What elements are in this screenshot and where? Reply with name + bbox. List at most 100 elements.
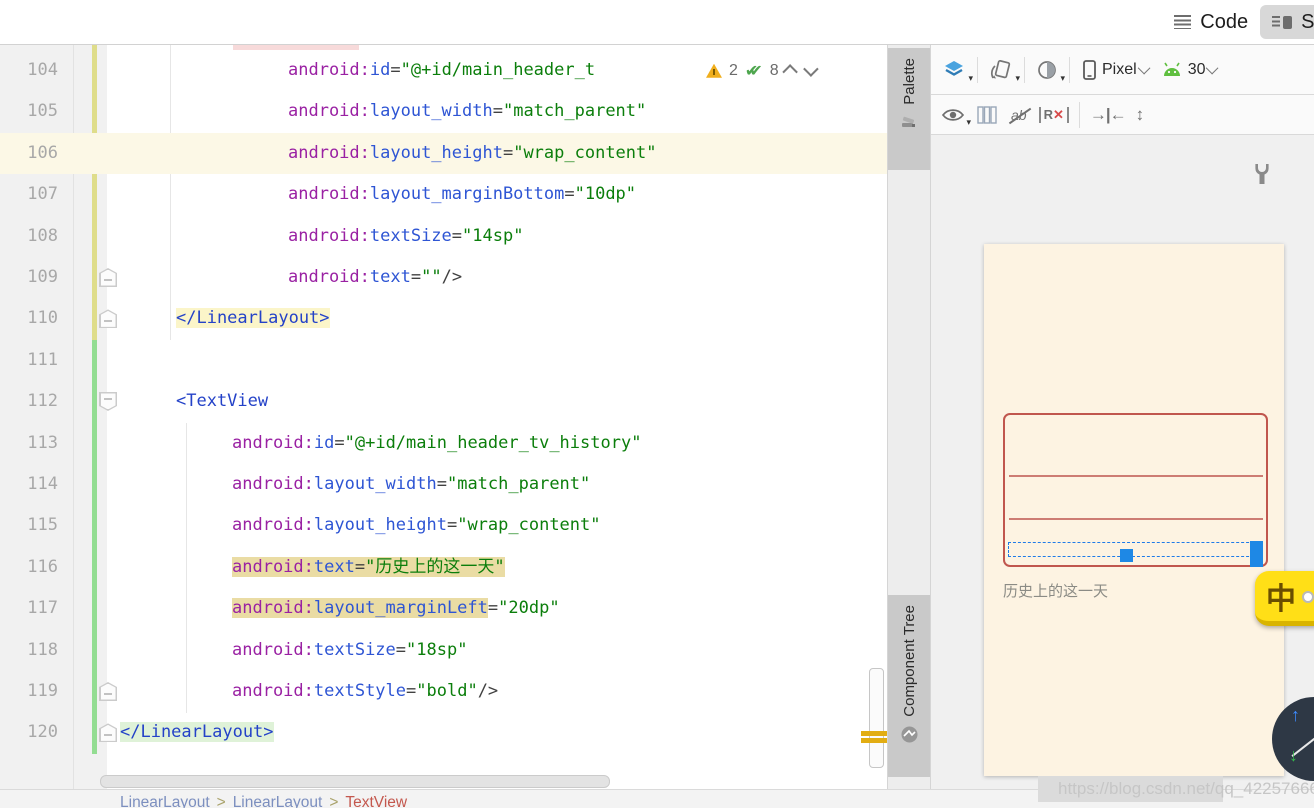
split-view-button[interactable]: Split <box>1260 5 1314 39</box>
expand-vertical-icon[interactable]: ↕ <box>1136 105 1144 125</box>
layout-variants-button[interactable] <box>975 104 999 126</box>
code-text: android:layout_width="match_parent" <box>232 474 591 494</box>
breadcrumb-separator: > <box>329 794 339 808</box>
component-tree-tab-label: Component Tree <box>900 605 918 717</box>
code-line-110[interactable]: 110 </LinearLayout> <box>0 298 887 339</box>
orientation-button[interactable]: ▾ <box>988 58 1020 83</box>
code-view-label: Code <box>1200 10 1249 33</box>
warning-count: 2 <box>729 61 738 79</box>
layout-preview-canvas[interactable]: 历史上的这一天 <box>984 244 1284 776</box>
code-text: android:text=""/> <box>288 267 463 287</box>
breadcrumb-item[interactable]: LinearLayout <box>120 794 210 808</box>
code-line-118[interactable]: 118 android:textSize="18sp" <box>0 630 887 671</box>
squeeze-icon[interactable]: →|← <box>1090 105 1127 125</box>
code-line-116[interactable]: 116 android:text="历史上的这一天" <box>0 547 887 588</box>
api-level-label: 30 <box>1187 60 1206 78</box>
code-text: android:id="@+id/main_header_tv_history" <box>232 432 642 453</box>
next-problem-icon[interactable] <box>802 61 819 78</box>
watermark-text: https://blog.csdn.net/qq_42257666 <box>1058 779 1314 798</box>
code-text: </LinearLayout> <box>120 722 274 743</box>
code-text: android:textSize="18sp" <box>232 639 468 660</box>
editor-horizontal-scrollbar[interactable] <box>100 775 610 788</box>
code-line-105[interactable]: 105 android:layout_width="match_parent" <box>0 91 887 132</box>
warning-stripe-mark[interactable] <box>861 731 887 736</box>
theme-button[interactable]: ▾ <box>1035 58 1065 83</box>
code-text: android:textStyle="bold"/> <box>232 681 499 701</box>
orientation-icon <box>990 59 1011 78</box>
preview-textview-label: 历史上的这一天 <box>1003 583 1109 600</box>
code-text: android:id="@+id/main_header_t <box>288 60 596 80</box>
warning-icon <box>706 63 722 78</box>
device-selector[interactable]: Pixel <box>1080 58 1151 82</box>
code-line-113[interactable]: 113 android:id="@+id/main_header_tv_histo… <box>0 423 887 464</box>
code-line-106[interactable]: 106 android:layout_height="wrap_content" <box>0 132 887 175</box>
breadcrumb-item[interactable]: TextView <box>345 794 407 808</box>
breadcrumb-item[interactable]: LinearLayout <box>233 794 323 808</box>
breadcrumb: LinearLayout > LinearLayout > TextView <box>120 794 407 808</box>
code-line-112[interactable]: 112 <TextView <box>0 381 887 422</box>
code-text: android:layout_height="wrap_content" <box>288 142 657 163</box>
palette-icon <box>901 114 917 135</box>
code-line-120[interactable]: 120 </LinearLayout> <box>0 712 887 753</box>
view-options-button[interactable]: ▾ <box>941 104 971 127</box>
api-level-selector[interactable]: 30 <box>1160 60 1219 80</box>
xml-code-editor[interactable]: 104 android:id="@+id/main_header_t 2 ✔✔ 8 105… <box>0 45 888 789</box>
previous-problem-icon[interactable] <box>781 64 798 80</box>
preview-divider-line <box>1009 475 1263 477</box>
no-sample-text-icon[interactable]: ab <box>1009 107 1029 123</box>
code-line-111[interactable]: 111 <box>0 340 887 381</box>
rtl-off-icon[interactable]: R✕ <box>1038 106 1069 123</box>
design-surface-button[interactable]: ▾ <box>941 58 973 83</box>
split-view-label: Split <box>1301 10 1314 33</box>
code-text: </LinearLayout> <box>176 308 330 329</box>
code-text: android:layout_width="match_parent" <box>288 101 647 122</box>
warning-stripe-mark[interactable] <box>861 738 887 743</box>
android-studio-window: Code Split 104android:id="@+id/main_head… <box>0 0 1314 808</box>
palette-tab-label: Palette <box>900 58 918 105</box>
chevron-down-icon <box>1206 61 1219 75</box>
component-tree-tool-tab[interactable]: Component Tree <box>888 595 930 777</box>
check-count: 8 <box>769 61 779 79</box>
code-line-114[interactable]: 114 android:layout_width="match_parent" <box>0 464 887 505</box>
code-text: android:text="历史上的这一天" <box>232 556 505 577</box>
checks-passed-icon: ✔✔ <box>744 62 763 80</box>
palette-tool-tab[interactable]: Palette <box>888 48 930 170</box>
chevron-down-icon <box>1137 61 1151 75</box>
code-line-107[interactable]: 107 android:layout_marginBottom="10dp" <box>0 174 887 215</box>
ime-status-dot <box>1302 591 1314 603</box>
inspection-widget[interactable]: 2 ✔✔ 8 <box>706 50 819 91</box>
code-text: android:layout_height="wrap_content" <box>232 515 601 536</box>
design-toolbar-top: ▾ ▾ ▾ Pixel 30 <box>931 45 1314 95</box>
scroll-down-icon[interactable]: ↓ <box>1289 745 1298 766</box>
code-line-115[interactable]: 115 android:layout_height="wrap_content" <box>0 505 887 546</box>
code-line-108[interactable]: 108 android:textSize="14sp" <box>0 216 887 257</box>
code-line-119[interactable]: 119 android:textStyle="bold"/> <box>0 671 887 712</box>
selected-view-outline[interactable] <box>1008 542 1259 557</box>
component-tree-icon <box>901 726 918 748</box>
code-view-button[interactable]: Code <box>1162 5 1260 39</box>
wrench-icon[interactable] <box>1254 163 1270 190</box>
device-phone-icon <box>1083 59 1096 80</box>
selection-handle-right-bottom[interactable] <box>1250 554 1263 567</box>
device-label: Pixel <box>1102 60 1137 78</box>
code-line-117[interactable]: 117 android:layout_marginLeft="20dp" <box>0 588 887 629</box>
code-text: android:layout_marginBottom="10dp" <box>288 184 637 205</box>
breadcrumb-separator: > <box>216 794 226 808</box>
scroll-up-icon[interactable]: ↑ <box>1291 705 1300 726</box>
code-text: <TextView <box>176 391 269 412</box>
code-text: android:layout_marginLeft="20dp" <box>232 598 560 619</box>
eye-icon <box>941 108 965 121</box>
code-line-109[interactable]: 109 android:text=""/> <box>0 257 887 298</box>
design-preview-panel: ▾ ▾ ▾ Pixel 30 ▾ ab R✕ →|← ↕ 历史上的这一天 <box>930 45 1314 789</box>
theme-icon <box>1038 60 1056 79</box>
selection-handle-right-top[interactable] <box>1250 541 1263 554</box>
selection-handle-bottom[interactable] <box>1120 549 1133 562</box>
code-view-icon <box>1174 15 1192 29</box>
layout-variants-icon <box>977 105 997 124</box>
split-view-icon <box>1272 15 1293 29</box>
code-text: android:textSize="14sp" <box>288 225 524 246</box>
code-line-104[interactable]: 104 android:id="@+id/main_header_t 2 ✔✔ 8 <box>0 50 887 91</box>
ime-indicator-badge[interactable]: 中 <box>1255 571 1314 626</box>
design-surface[interactable]: 历史上的这一天 <box>931 135 1314 789</box>
editor-vertical-scrollbar[interactable] <box>869 668 884 768</box>
